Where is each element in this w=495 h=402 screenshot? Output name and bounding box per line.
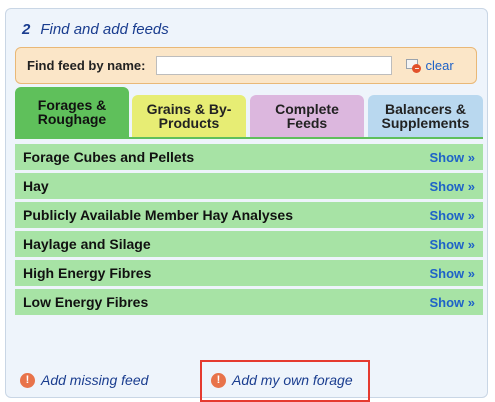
add-missing-feed-link[interactable]: ! Add missing feed — [20, 372, 148, 388]
show-link[interactable]: Show » — [429, 150, 475, 165]
add-own-forage-link[interactable]: ! Add my own forage — [211, 372, 353, 388]
exclamation-icon: ! — [20, 372, 35, 388]
show-link[interactable]: Show » — [429, 237, 475, 252]
find-feeds-panel: 2 Find and add feeds Find feed by name: … — [5, 8, 488, 402]
category-list: Forage Cubes and Pellets Show » Hay Show… — [15, 137, 483, 315]
section-title: Find and add feeds — [40, 21, 169, 38]
category-label: Low Energy Fibres — [23, 294, 149, 310]
tab-label-line2: Roughage — [37, 111, 107, 127]
category-row-low-energy-fibres[interactable]: Low Energy Fibres Show » — [15, 289, 483, 315]
category-label: High Energy Fibres — [23, 265, 152, 281]
feed-type-tabs: Forages & Roughage Grains & By- Products C… — [15, 87, 483, 137]
show-link[interactable]: Show » — [429, 295, 475, 310]
show-link[interactable]: Show » — [429, 179, 475, 194]
category-label: Hay — [23, 178, 49, 194]
tab-balancers-supplements[interactable]: Balancers & Supplements — [368, 95, 483, 137]
tab-label-line2: Feeds — [286, 115, 328, 131]
tab-forages-roughage[interactable]: Forages & Roughage — [15, 87, 129, 137]
show-link[interactable]: Show » — [429, 208, 475, 223]
category-label: Publicly Available Member Hay Analyses — [23, 207, 294, 223]
category-label: Haylage and Silage — [23, 236, 151, 252]
category-row-forage-cubes[interactable]: Forage Cubes and Pellets Show » — [15, 144, 483, 170]
category-label: Forage Cubes and Pellets — [23, 149, 195, 165]
step-number: 2 — [22, 21, 31, 38]
search-label: Find feed by name: — [27, 58, 146, 73]
show-link[interactable]: Show » — [429, 266, 475, 281]
category-row-high-energy-fibres[interactable]: High Energy Fibres Show » — [15, 260, 483, 286]
tab-grains-byproducts[interactable]: Grains & By- Products — [132, 95, 246, 137]
tab-label-line2: Supplements — [381, 115, 470, 131]
search-bar: Find feed by name: – clear — [15, 47, 477, 84]
category-row-member-hay-analyses[interactable]: Publicly Available Member Hay Analyses S… — [15, 202, 483, 228]
tab-label-line2: Products — [158, 115, 220, 131]
section-header: 2 Find and add feeds — [22, 21, 169, 38]
category-row-hay[interactable]: Hay Show » — [15, 173, 483, 199]
exclamation-icon: ! — [211, 372, 226, 388]
category-row-haylage-silage[interactable]: Haylage and Silage Show » — [15, 231, 483, 257]
clear-button[interactable]: – clear — [406, 58, 454, 73]
add-missing-feed-label: Add missing feed — [41, 372, 149, 388]
tab-complete-feeds[interactable]: Complete Feeds — [250, 95, 364, 137]
clear-icon: – — [406, 58, 422, 73]
add-own-forage-label: Add my own forage — [232, 372, 353, 388]
feed-name-input[interactable] — [156, 56, 393, 75]
clear-label: clear — [425, 58, 454, 73]
